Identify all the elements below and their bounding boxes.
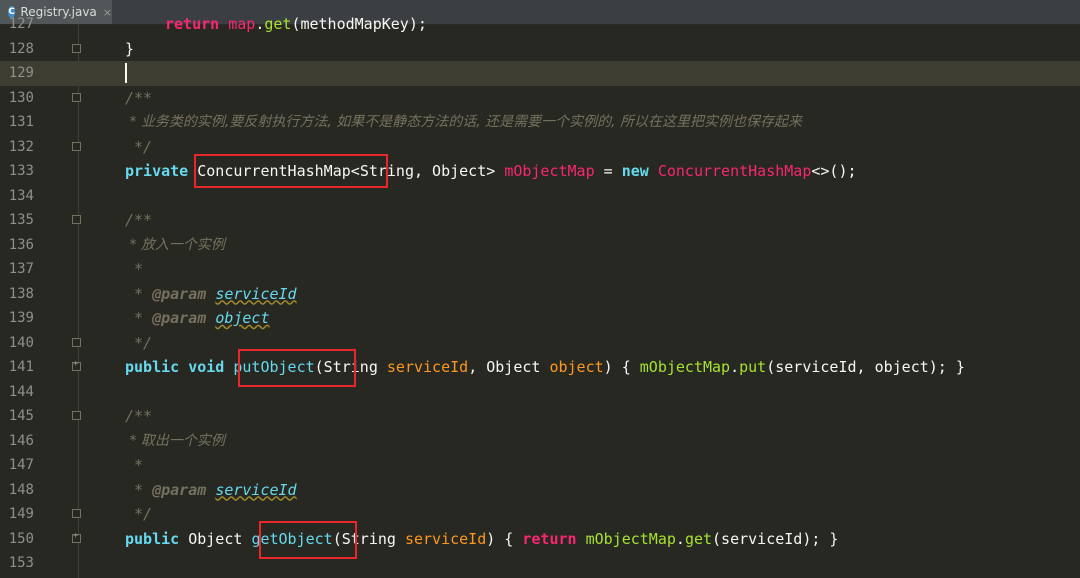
fold-icon[interactable] xyxy=(72,43,81,53)
code-line: 128 } xyxy=(0,37,1080,62)
line-number: 150 xyxy=(8,530,34,547)
code-text: */ xyxy=(125,137,153,156)
line-number: 148 xyxy=(8,481,34,498)
line-number: 147 xyxy=(8,457,34,473)
code-text: /** xyxy=(125,211,153,229)
line-number: 127 xyxy=(8,16,34,32)
code-text: */ xyxy=(125,333,153,352)
line-number: 136 xyxy=(8,236,34,253)
line-number: 128 xyxy=(8,40,34,57)
code-text: * 业务类的实例,要反射执行方法, 如果不是静态方法的话, 还是需要一个实例的,… xyxy=(125,114,803,130)
line-number: 140 xyxy=(8,334,34,351)
fold-icon[interactable] xyxy=(72,411,81,420)
code-line: 139 * @param object xyxy=(0,306,1080,331)
code-line: 140 */ xyxy=(0,331,1080,356)
code-text: /** xyxy=(125,407,153,425)
line-number: 133 xyxy=(8,163,34,179)
code-line: 148 * @param serviceId xyxy=(0,478,1080,503)
code-text: } xyxy=(125,39,135,58)
code-editor[interactable]: 127 return map.get(methodMapKey); 128 } … xyxy=(0,15,1080,578)
code-text: * xyxy=(125,260,144,278)
line-number: 135 xyxy=(8,212,34,228)
code-line: 136 * 放入一个实例 xyxy=(0,233,1080,258)
fold-expand-icon[interactable] xyxy=(72,359,81,371)
line-number: 145 xyxy=(8,408,34,424)
line-number: 153 xyxy=(8,555,34,571)
code-line: 141 public void putObject(String service… xyxy=(0,355,1080,380)
fold-expand-icon[interactable] xyxy=(72,531,81,543)
line-number: 129 xyxy=(8,65,34,81)
code-line: 145 /** xyxy=(0,404,1080,429)
code-line: 135 /** xyxy=(0,208,1080,233)
line-number: 146 xyxy=(8,432,34,449)
highlight-box-concurrenthashmap xyxy=(194,154,388,188)
line-number: 132 xyxy=(8,138,34,155)
code-line: 146 * 取出一个实例 xyxy=(0,429,1080,454)
fold-icon[interactable] xyxy=(72,509,81,518)
line-number: 139 xyxy=(8,310,34,326)
code-text: /** xyxy=(125,88,153,107)
line-number: 137 xyxy=(8,261,34,277)
highlight-box-putobject xyxy=(238,349,356,387)
code-line: 150 public Object getObject(String servi… xyxy=(0,527,1080,552)
code-text: return map.get(methodMapKey); xyxy=(165,15,427,33)
code-text: */ xyxy=(125,505,153,523)
code-line: 127 return map.get(methodMapKey); xyxy=(0,12,1080,37)
line-number: 130 xyxy=(8,89,34,106)
code-line: 132 */ xyxy=(0,135,1080,160)
code-line: 138 * @param serviceId xyxy=(0,282,1080,307)
line-number: 141 xyxy=(8,359,34,375)
code-line: 137 * xyxy=(0,257,1080,282)
fold-icon[interactable] xyxy=(72,92,81,102)
code-text: public Object getObject(String serviceId… xyxy=(125,529,839,548)
code-line-current: 129 xyxy=(0,61,1080,86)
code-text: * @param object xyxy=(125,309,270,327)
code-text: * xyxy=(125,456,144,474)
code-line: 130 /** xyxy=(0,86,1080,111)
code-line: 131 * 业务类的实例,要反射执行方法, 如果不是静态方法的话, 还是需要一个… xyxy=(0,110,1080,135)
fold-icon[interactable] xyxy=(72,215,81,224)
line-number: 149 xyxy=(8,506,34,522)
line-number: 134 xyxy=(8,187,34,204)
fold-icon[interactable] xyxy=(72,337,81,347)
code-line: 149 */ xyxy=(0,502,1080,527)
text-caret xyxy=(125,63,127,83)
code-text: * @param serviceId xyxy=(125,284,297,303)
line-number: 144 xyxy=(8,383,34,400)
fold-icon[interactable] xyxy=(72,141,81,151)
highlight-box-getobject xyxy=(259,521,357,559)
code-text: * @param serviceId xyxy=(125,480,297,499)
code-line: 153 xyxy=(0,551,1080,576)
code-line: 144 xyxy=(0,380,1080,405)
code-line: 133 private ConcurrentHashMap<String, Ob… xyxy=(0,159,1080,184)
code-text: * 取出一个实例 xyxy=(125,432,225,449)
line-number: 131 xyxy=(8,114,34,130)
code-text: * 放入一个实例 xyxy=(125,236,225,253)
code-line: 147 * xyxy=(0,453,1080,478)
line-number: 138 xyxy=(8,285,34,302)
code-line: 134 xyxy=(0,184,1080,209)
